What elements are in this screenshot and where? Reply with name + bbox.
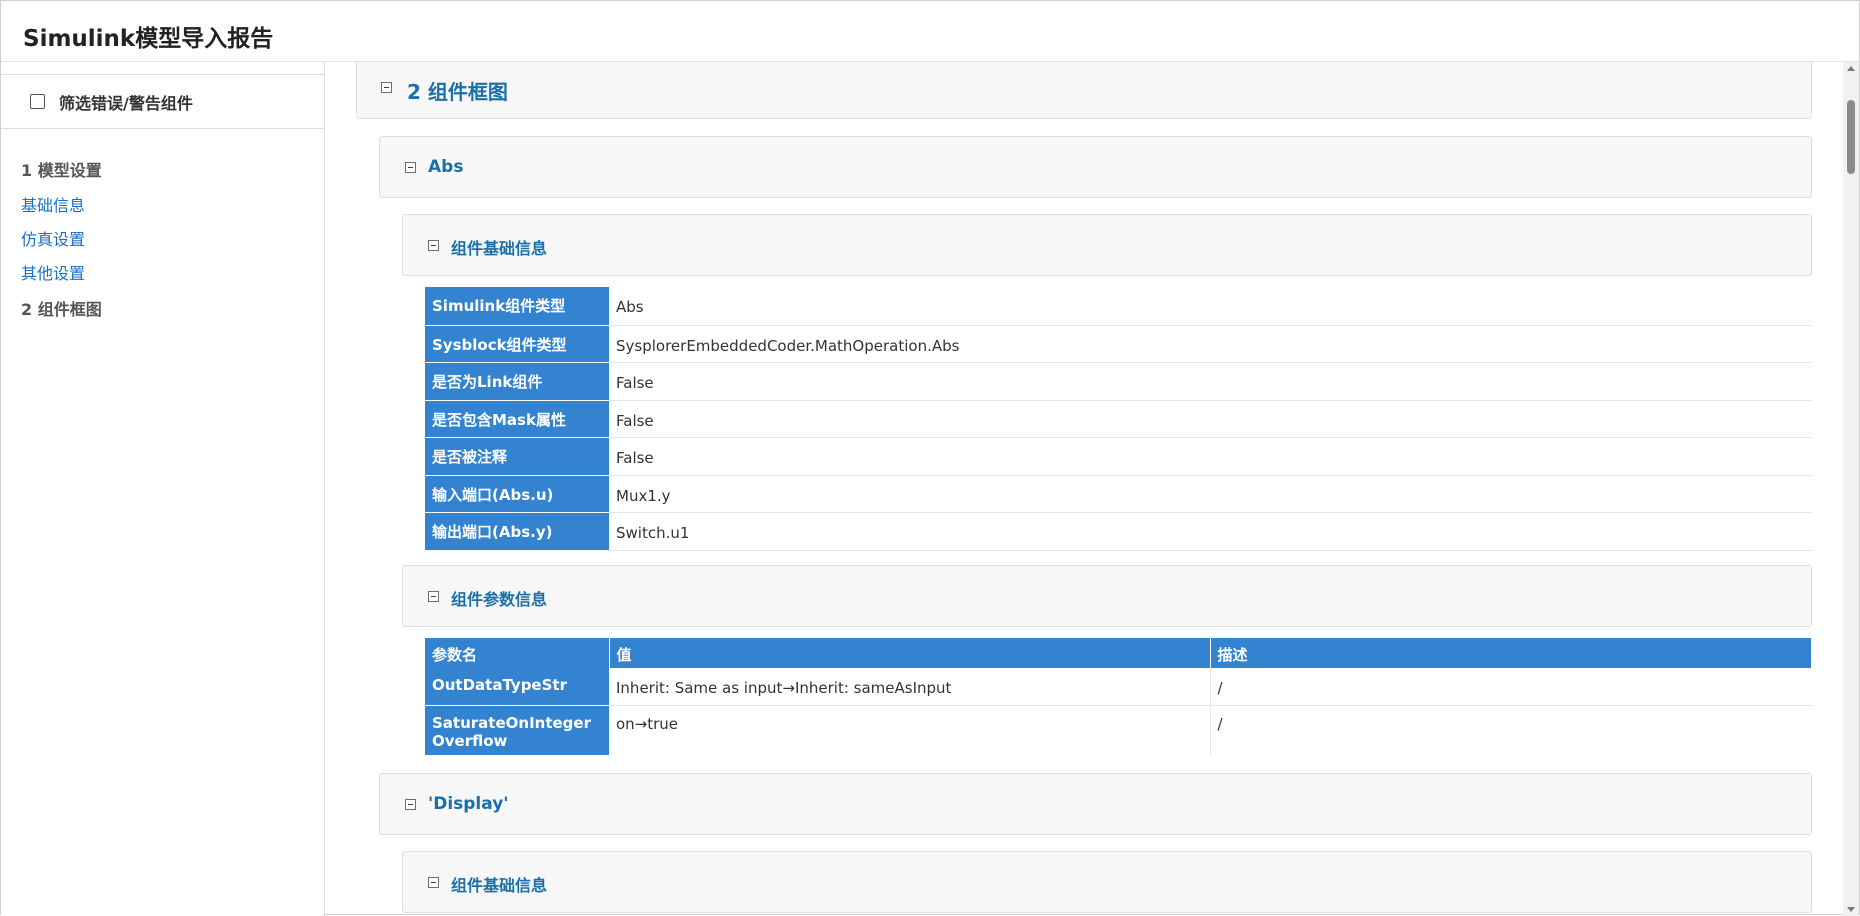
report-window: Simulink模型导入报告 筛选错误/警告组件 1 模型设置 基础信息 仿真设… [0,0,1860,916]
collapse-icon[interactable] [428,877,439,888]
component-title: Abs [428,157,464,177]
basic-info-table: Simulink组件类型 Abs Sysblock组件类型 SysplorerE… [425,287,1812,551]
param-info-header[interactable]: 组件参数信息 [402,565,1812,627]
param-desc: / [1209,705,1812,755]
collapse-icon[interactable] [428,240,439,251]
collapse-icon[interactable] [381,82,392,93]
param-desc: / [1209,668,1812,706]
row-value: Abs [609,287,1812,326]
table-row: 输出端口(Abs.y) Switch.u1 [425,512,1812,551]
param-name: SaturateOnIntegerOverflow [425,705,609,756]
row-value: False [609,400,1812,438]
table-row: 是否包含Mask属性 False [425,400,1812,438]
row-value: False [609,362,1812,401]
column-header-name: 参数名 [425,638,610,668]
param-value: Inherit: Same as input→Inherit: sameAsIn… [609,668,1210,706]
header: Simulink模型导入报告 [1,1,1859,62]
scroll-up-arrow-icon[interactable] [1847,66,1855,71]
row-value: Mux1.y [609,475,1812,513]
table-row: OutDataTypeStr Inherit: Same as input→In… [425,668,1812,706]
basic-info-header[interactable]: 组件基础信息 [402,214,1812,276]
toc-heading-component-diagram[interactable]: 2 组件框图 [21,291,102,328]
param-value: on→true [616,714,679,733]
toc-link-basic-info[interactable]: 基础信息 [21,189,102,223]
table-row: Sysblock组件类型 SysplorerEmbeddedCoder.Math… [425,325,1812,363]
row-key: Sysblock组件类型 [425,325,609,363]
filter-box: 筛选错误/警告组件 [1,74,325,129]
section-title: 2 组件框图 [407,80,508,104]
row-key: 输出端口(Abs.y) [425,512,609,551]
scroll-down-arrow-icon[interactable] [1847,907,1855,912]
toc-link-simulation-settings[interactable]: 仿真设置 [21,223,102,257]
column-header-desc: 描述 [1210,638,1812,668]
table-row: 输入端口(Abs.u) Mux1.y [425,475,1812,513]
table-row: 是否被注释 False [425,437,1812,476]
component-header-abs[interactable]: Abs [379,136,1812,198]
param-info-title: 组件参数信息 [451,590,548,609]
row-value: SysplorerEmbeddedCoder.MathOperation.Abs [609,325,1812,363]
toc-heading-model-settings[interactable]: 1 模型设置 [21,152,102,189]
collapse-icon[interactable] [428,591,439,602]
row-value: False [609,437,1812,476]
row-key: Simulink组件类型 [425,287,609,326]
row-key: 是否包含Mask属性 [425,400,609,438]
main-content: 2 组件框图 Abs 组件基础信息 Simulink组件类型 Abs Sysbl… [325,62,1843,916]
scroll-thumb[interactable] [1847,100,1855,174]
table-of-contents: 1 模型设置 基础信息 仿真设置 其他设置 2 组件框图 [21,152,102,328]
toc-link-other-settings[interactable]: 其他设置 [21,257,102,291]
sidebar: 筛选错误/警告组件 1 模型设置 基础信息 仿真设置 其他设置 2 组件框图 [1,62,325,916]
page-title: Simulink模型导入报告 [23,26,274,52]
param-name: OutDataTypeStr [425,668,609,706]
display-basic-info-header[interactable]: 组件基础信息 [402,851,1812,913]
table-row: 是否为Link组件 False [425,362,1812,401]
table-row: Simulink组件类型 Abs [425,287,1812,326]
component-title: 'Display' [428,794,509,814]
param-table-header: 参数名 值 描述 [425,638,1812,668]
param-table: 参数名 值 描述 OutDataTypeStr Inherit: Same as… [425,638,1812,756]
row-key: 输入端口(Abs.u) [425,475,609,513]
row-value: Switch.u1 [609,512,1812,551]
row-key: 是否被注释 [425,437,609,476]
table-row: SaturateOnIntegerOverflow on→true / [425,705,1812,756]
basic-info-title: 组件基础信息 [451,876,548,895]
component-header-display[interactable]: 'Display' [379,773,1812,835]
row-key: 是否为Link组件 [425,362,609,401]
collapse-icon[interactable] [405,799,416,810]
filter-label[interactable]: 筛选错误/警告组件 [59,90,193,114]
filter-checkbox[interactable] [30,94,45,109]
column-header-value: 值 [609,638,1211,668]
vertical-scrollbar[interactable] [1843,62,1859,916]
basic-info-title: 组件基础信息 [451,239,548,258]
collapse-icon[interactable] [405,162,416,173]
section-header-component-diagram[interactable]: 2 组件框图 [356,62,1812,119]
